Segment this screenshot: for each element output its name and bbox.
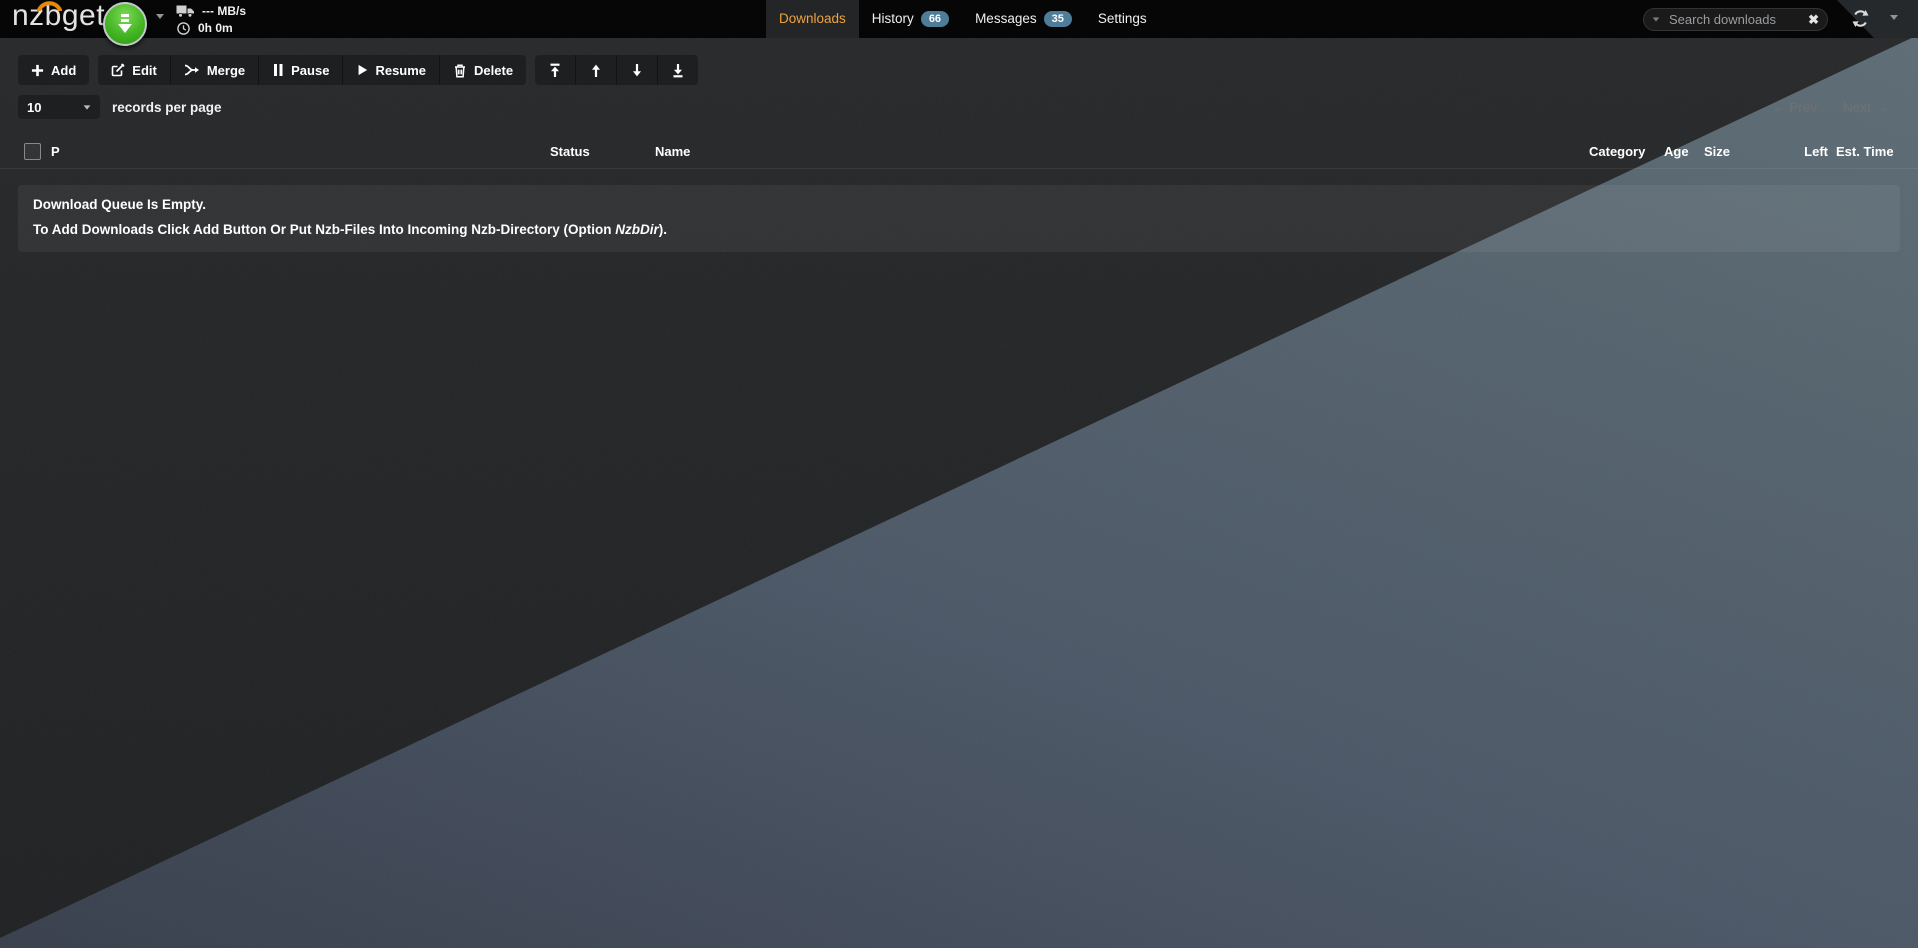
tab-history-label: History [872,0,914,38]
column-size: Size [1704,144,1730,159]
tab-downloads[interactable]: Downloads [766,0,859,38]
next-page-link[interactable]: Next → [1843,100,1888,115]
move-up-icon [589,63,603,78]
download-logo-button[interactable] [103,2,147,46]
move-bottom-icon [671,63,685,78]
records-per-page-label: records per page [112,100,222,115]
records-per-page-value: 10 [27,100,41,115]
download-arrow-icon [115,13,135,35]
time-left-value: 0h 0m [198,21,233,35]
resume-button[interactable]: Resume [343,55,440,85]
logo-menu-caret-icon[interactable] [156,14,164,19]
refresh-menu-caret-icon[interactable] [1890,15,1898,20]
trash-icon [453,63,467,78]
move-actions-group [535,55,698,85]
main-tabs: Downloads History 66 Messages 35 Setting… [766,0,1160,38]
truck-icon [176,4,195,18]
merge-icon [184,63,200,77]
move-down-icon [630,63,644,78]
history-count-badge: 66 [921,11,949,27]
merge-button-label: Merge [207,63,245,78]
tab-history[interactable]: History 66 [859,0,962,38]
add-button[interactable]: Add [18,55,89,85]
tab-messages[interactable]: Messages 35 [962,0,1085,38]
messages-count-badge: 35 [1044,11,1072,27]
logo-arc-icon [36,0,63,11]
play-icon [356,63,368,77]
empty-hint-option-name: NzbDir [615,222,659,237]
move-top-button[interactable] [535,55,576,85]
column-left: Left [1772,144,1828,159]
edit-button-label: Edit [132,63,157,78]
queue-toolbar: Add Edit Merge [18,55,698,85]
clear-search-icon[interactable]: ✖ [1808,13,1819,26]
column-est-time: Est. Time [1836,144,1894,159]
move-top-icon [548,63,562,78]
tab-downloads-label: Downloads [779,0,846,38]
clock-icon [177,22,190,35]
move-bottom-button[interactable] [658,55,698,85]
column-name: Name [655,144,690,159]
move-down-button[interactable] [617,55,658,85]
tab-settings-label: Settings [1098,0,1147,38]
column-category: Category [1589,144,1645,159]
select-all-checkbox[interactable] [24,143,41,160]
speed-value: --- MB/s [202,4,246,18]
empty-queue-title: Download Queue Is Empty. [33,197,1885,212]
search-input[interactable] [1667,11,1808,28]
plus-icon [31,64,44,77]
merge-button[interactable]: Merge [171,55,259,85]
edit-actions-group: Edit Merge Pause Resume [98,55,526,85]
empty-queue-panel: Download Queue Is Empty. To Add Download… [18,185,1900,252]
delete-button-label: Delete [474,63,513,78]
edit-icon [111,63,125,77]
empty-queue-hint: To Add Downloads Click Add Button Or Put… [33,222,1885,237]
records-per-page-caret-icon [84,105,91,109]
add-button-label: Add [51,63,76,78]
queue-table-header: P Status Name Category Age Size Left Est… [0,138,1918,169]
tab-messages-label: Messages [975,0,1037,38]
empty-hint-suffix: ). [659,222,667,237]
column-priority: P [51,144,60,159]
prev-page-link[interactable]: ← Prev [1772,100,1817,115]
column-age: Age [1664,144,1689,159]
pause-button-label: Pause [291,63,329,78]
navbar-corner-shade [1833,0,1918,38]
refresh-icon[interactable] [1851,9,1870,28]
pause-icon [272,63,284,77]
tab-settings[interactable]: Settings [1085,0,1160,38]
column-status: Status [550,144,590,159]
pagination: ← Prev Next → [1772,100,1888,115]
records-per-page-select[interactable]: 10 [18,95,100,119]
time-left-indicator: 0h 0m [177,21,233,35]
empty-hint-prefix: To Add Downloads Click Add Button Or Put… [33,222,615,237]
pause-button[interactable]: Pause [259,55,343,85]
move-up-button[interactable] [576,55,617,85]
resume-button-label: Resume [375,63,426,78]
speed-indicator[interactable]: --- MB/s [176,4,246,18]
search-box: ✖ [1643,8,1828,31]
edit-button[interactable]: Edit [98,55,171,85]
search-options-caret-icon[interactable] [1653,18,1659,22]
nzbget-app: nzbget --- MB/s 0h 0m Downloads His [0,0,1918,948]
delete-button[interactable]: Delete [440,55,526,85]
